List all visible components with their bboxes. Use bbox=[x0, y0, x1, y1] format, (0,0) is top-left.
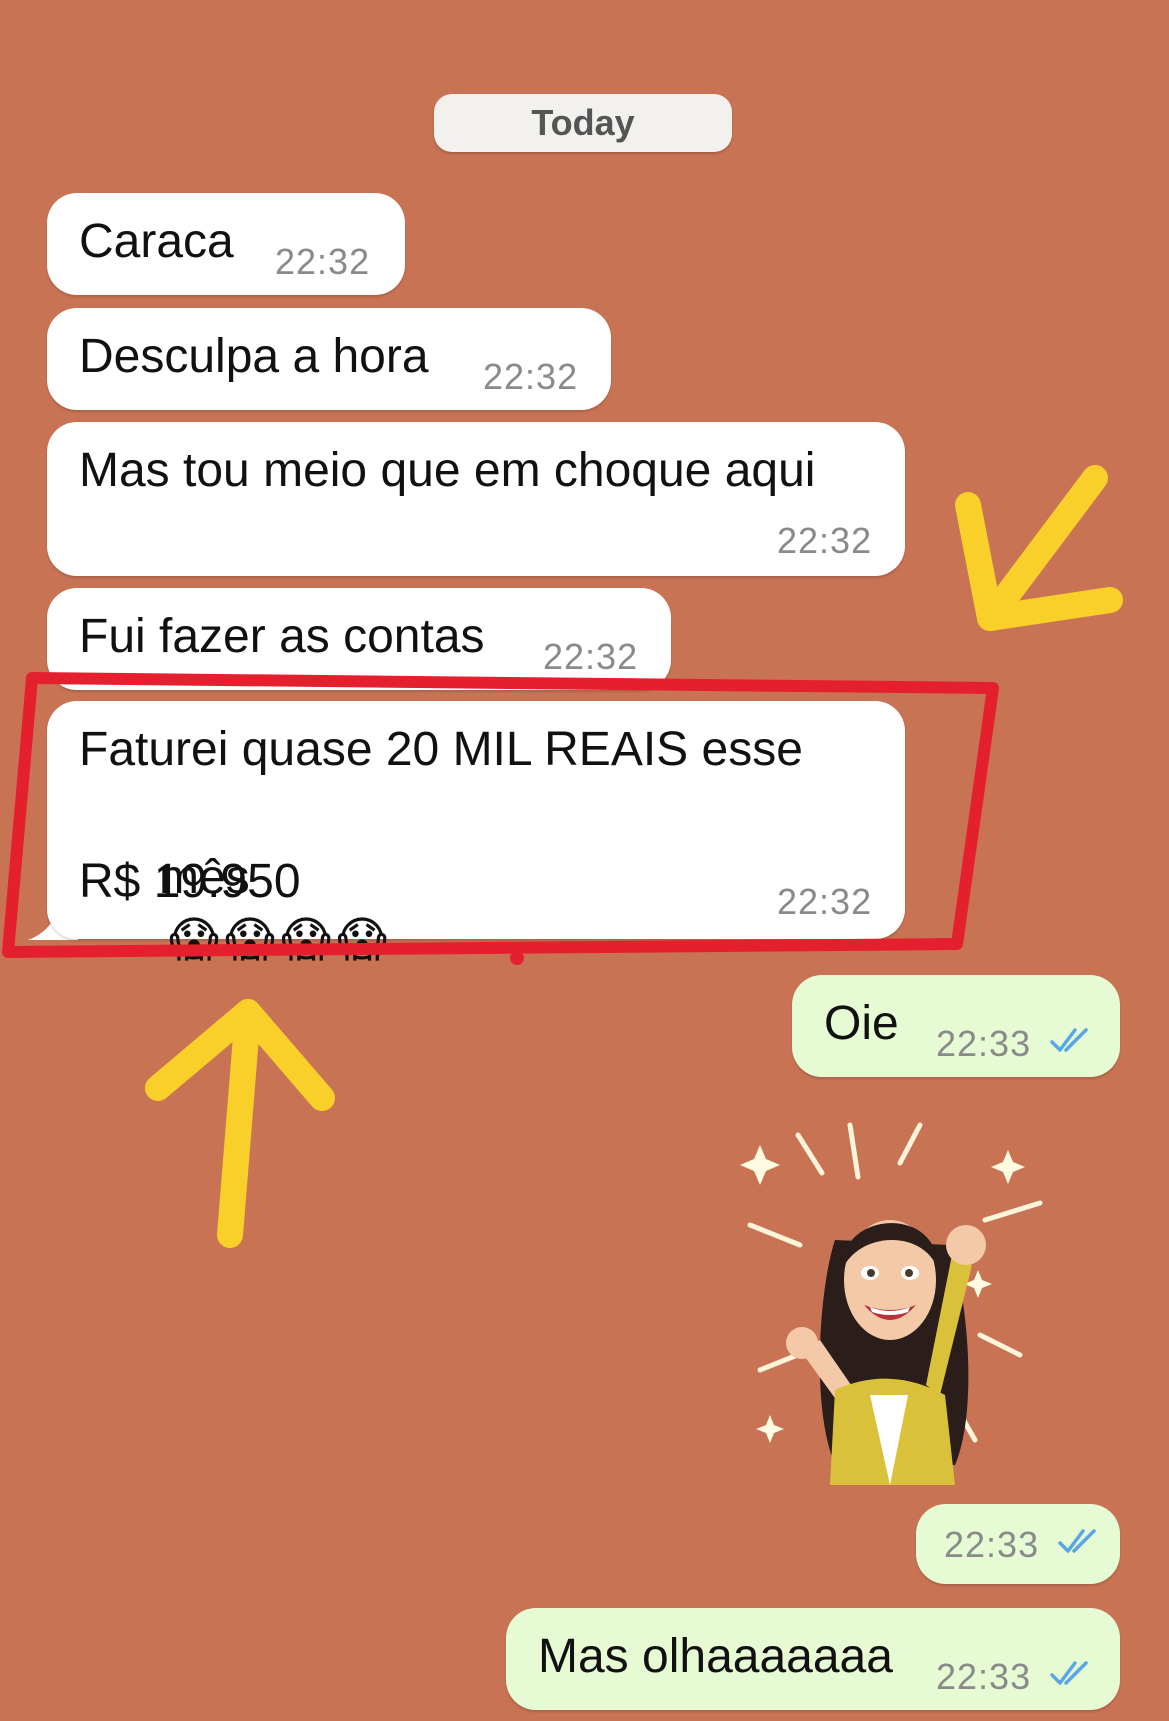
message-time: 22:32 bbox=[275, 241, 371, 282]
message-text-line1: Faturei quase 20 MIL REAIS esse bbox=[79, 723, 803, 776]
message-incoming[interactable]: Fui fazer as contas 22:32 bbox=[47, 588, 671, 690]
yellow-arrow-up-icon bbox=[145, 999, 335, 1248]
message-incoming[interactable]: Caraca 22:32 bbox=[47, 193, 405, 295]
message-time: 22:33 bbox=[936, 1023, 1032, 1064]
sticker-time-badge: 22:33 bbox=[916, 1504, 1120, 1584]
read-ticks-icon bbox=[1050, 1028, 1088, 1052]
message-time: 22:32 bbox=[777, 520, 873, 561]
message-time: 22:33 bbox=[944, 1524, 1040, 1565]
message-incoming[interactable]: Mas tou meio que em choque aqui 22:32 bbox=[47, 422, 905, 576]
highlight-dot bbox=[510, 951, 524, 965]
message-time: 22:32 bbox=[777, 881, 873, 922]
celebrating-avatar-sticker[interactable] bbox=[740, 1105, 1130, 1505]
message-text: Desculpa a hora bbox=[79, 330, 429, 383]
read-ticks-icon bbox=[1050, 1661, 1088, 1685]
message-time: 22:32 bbox=[543, 636, 639, 677]
yellow-arrow-down-left-icon bbox=[955, 465, 1123, 631]
message-text: Fui fazer as contas bbox=[79, 610, 485, 663]
message-text: Mas tou meio que em choque aqui bbox=[79, 444, 816, 497]
message-amount: R$ 19.950 bbox=[79, 855, 301, 908]
message-time: 22:33 bbox=[936, 1656, 1032, 1697]
message-time: 22:32 bbox=[483, 356, 579, 397]
message-outgoing[interactable]: Oie 22:33 bbox=[792, 975, 1120, 1077]
message-incoming-earnings[interactable]: Faturei quase 20 MIL REAIS esse mês 😱😱😱😱… bbox=[47, 701, 905, 967]
message-text: Mas olhaaaaaaa bbox=[538, 1630, 893, 1683]
read-ticks-icon bbox=[1058, 1529, 1096, 1553]
message-incoming[interactable]: Desculpa a hora 22:32 bbox=[47, 308, 611, 410]
date-separator: Today bbox=[434, 94, 732, 152]
message-text: Oie bbox=[824, 997, 899, 1050]
chat-view: Today Caraca 22:32 Desculpa a hora 22:32… bbox=[0, 0, 1169, 1721]
message-text: Caraca bbox=[79, 215, 234, 268]
scream-emoji-group: 😱😱😱😱 bbox=[169, 913, 394, 967]
message-outgoing[interactable]: Mas olhaaaaaaa 22:33 bbox=[506, 1608, 1120, 1710]
